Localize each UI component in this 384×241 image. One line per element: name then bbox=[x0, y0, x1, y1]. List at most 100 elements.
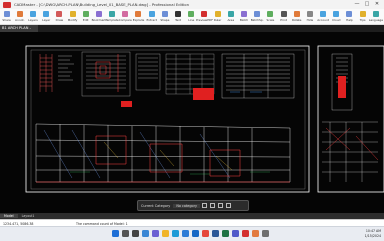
toolbar-button-label: Scale bbox=[266, 18, 275, 22]
toolbar-button-batch[interactable]: Batch bbox=[237, 9, 250, 24]
toolbar-button-scale[interactable]: Scale bbox=[264, 9, 277, 24]
hide-icon bbox=[306, 11, 313, 17]
tab-drawing[interactable]: B1 ARCH PLAN - Layout bbox=[0, 25, 38, 37]
cad-icon[interactable] bbox=[242, 230, 249, 237]
toolbar-button-label: Area bbox=[227, 18, 235, 22]
document-tab-bar: B1 ARCH PLAN - Layout bbox=[0, 25, 384, 37]
toolbar-button-label: Batch bbox=[239, 18, 249, 22]
account-icon bbox=[320, 11, 327, 17]
toolbar-button-layer[interactable]: Layer bbox=[40, 9, 53, 24]
toolbar-button-label: Help bbox=[346, 18, 353, 22]
tab-layout1[interactable]: Layout1 bbox=[18, 214, 39, 218]
right-sheet-details bbox=[322, 53, 378, 182]
toolbar-button-share[interactable]: Share bbox=[0, 9, 13, 24]
rotate-icon bbox=[293, 11, 300, 17]
toolbar-button-ruler[interactable]: Ruler bbox=[211, 9, 224, 24]
toolbar-button-label: Layer bbox=[42, 18, 51, 22]
tab-model[interactable]: Model bbox=[0, 214, 18, 218]
toolbar-button-label: Tips bbox=[359, 18, 366, 22]
edit-icon bbox=[82, 11, 89, 17]
explorer-icon[interactable] bbox=[162, 230, 169, 237]
toolbar-button-text[interactable]: Text bbox=[171, 9, 184, 24]
toolbar-button-label: Bookmark bbox=[91, 18, 107, 22]
toolbar-button-language[interactable]: Language bbox=[368, 9, 383, 24]
toolbar-button-rotate[interactable]: Rotate bbox=[290, 9, 303, 24]
preview-pdf-icon bbox=[201, 11, 208, 17]
red-legend-block bbox=[121, 101, 132, 107]
toolbar-button-explode[interactable]: Explode bbox=[132, 9, 145, 24]
toolbar-button-edit[interactable]: Edit bbox=[79, 9, 92, 24]
toolbar-button-bookmark[interactable]: Bookmark bbox=[91, 9, 107, 24]
toolbar-button-label: Rotate bbox=[291, 18, 302, 22]
toolbar-button-print[interactable]: Print bbox=[277, 9, 290, 24]
clock-time: 10:47 AM bbox=[365, 229, 381, 233]
chat-icon[interactable] bbox=[152, 230, 159, 237]
toolbar-button-layers[interactable]: Layers bbox=[26, 9, 39, 24]
close-button[interactable]: ✕ bbox=[372, 0, 382, 9]
red-legend-block-2 bbox=[193, 88, 214, 100]
toolbar-button-previewpdf[interactable]: PreviewPDF bbox=[196, 9, 213, 24]
toolbar-button-modify[interactable]: Modify bbox=[66, 9, 79, 24]
search-icon[interactable] bbox=[122, 230, 129, 237]
annotate-icon bbox=[16, 11, 23, 17]
system-tray[interactable]: 10:47 AM 1/15/2024 bbox=[365, 229, 381, 238]
mail-icon[interactable] bbox=[192, 230, 199, 237]
toolbar-button-label: Line bbox=[188, 18, 195, 22]
toolbar-button-template[interactable]: Template bbox=[106, 9, 119, 24]
toolbar-button-cloud[interactable]: Cloud bbox=[330, 9, 343, 24]
teams-icon[interactable] bbox=[232, 230, 239, 237]
main-toolbar: Share Annot. Layers Layer Draw Modify Edit Book… bbox=[0, 9, 384, 25]
ruler-icon bbox=[214, 11, 221, 17]
template-icon bbox=[109, 11, 116, 17]
toolbar-button-area[interactable]: Area bbox=[224, 9, 237, 24]
toolbar-button-label: Language bbox=[368, 18, 383, 22]
toolbar-button-compare[interactable]: Compare bbox=[119, 9, 132, 24]
toolbar-button-label: Annot. bbox=[15, 18, 25, 22]
title-bar: CADMaster - [C:\DWG\ARCH-PLAN\Building_L… bbox=[0, 0, 384, 9]
toolbar-button-hide[interactable]: Hide bbox=[303, 9, 316, 24]
settings-icon[interactable] bbox=[262, 230, 269, 237]
share-icon bbox=[3, 11, 10, 17]
scale-icon bbox=[267, 11, 274, 17]
layers-icon bbox=[29, 11, 36, 17]
toolbar-button-draw[interactable]: Draw bbox=[53, 9, 66, 24]
toolbar-button-label: Template bbox=[105, 18, 119, 22]
toolbar-button-shape[interactable]: Shape bbox=[158, 9, 171, 24]
sheet-border-right bbox=[317, 45, 384, 193]
batch-icon bbox=[240, 11, 247, 17]
line-icon bbox=[188, 11, 195, 17]
toolbar-button-label: Print bbox=[280, 18, 287, 22]
floating-toolbar: Current Category No category bbox=[137, 200, 249, 211]
toolbar-button-extract[interactable]: Extract bbox=[145, 9, 158, 24]
toolbar-button-annot[interactable]: Annot. bbox=[13, 9, 26, 24]
toolbar-button-label: Explode bbox=[132, 18, 145, 22]
fullscreen-icon[interactable] bbox=[225, 203, 231, 208]
excel-icon[interactable] bbox=[222, 230, 229, 237]
toolbar-button-label: Cloud bbox=[332, 18, 341, 22]
pan-icon[interactable] bbox=[209, 203, 215, 208]
photos-icon[interactable] bbox=[252, 230, 259, 237]
cursor-coordinates: 1234.471, 5086.38 bbox=[3, 221, 34, 226]
maximize-button[interactable]: □ bbox=[362, 0, 372, 9]
store-icon[interactable] bbox=[182, 230, 189, 237]
toolbar-button-label: Draw bbox=[55, 18, 64, 22]
layer-icon bbox=[43, 11, 50, 17]
minimize-button[interactable]: — bbox=[352, 0, 362, 9]
edge-icon[interactable] bbox=[172, 230, 179, 237]
toolbar-button-account[interactable]: Account bbox=[317, 9, 330, 24]
category-dropdown[interactable]: No category bbox=[173, 203, 200, 208]
current-category-label[interactable]: Current Category bbox=[138, 204, 173, 208]
zoom-in-icon[interactable] bbox=[201, 203, 207, 208]
word-icon[interactable] bbox=[212, 230, 219, 237]
start-icon[interactable] bbox=[112, 230, 119, 237]
toolbar-button-tips[interactable]: Tips bbox=[356, 9, 369, 24]
toolbar-button-batchsp[interactable]: BatchSp. bbox=[251, 9, 264, 24]
widgets-icon[interactable] bbox=[142, 230, 149, 237]
zoom-extents-icon[interactable] bbox=[217, 203, 223, 208]
toolbar-button-help[interactable]: Help bbox=[343, 9, 356, 24]
chrome-icon[interactable] bbox=[202, 230, 209, 237]
task-view-icon[interactable] bbox=[132, 230, 139, 237]
toolbar-button-label: Edit bbox=[82, 18, 89, 22]
drawing-canvas[interactable] bbox=[0, 32, 384, 213]
toolbar-button-label: Compare bbox=[118, 18, 132, 22]
